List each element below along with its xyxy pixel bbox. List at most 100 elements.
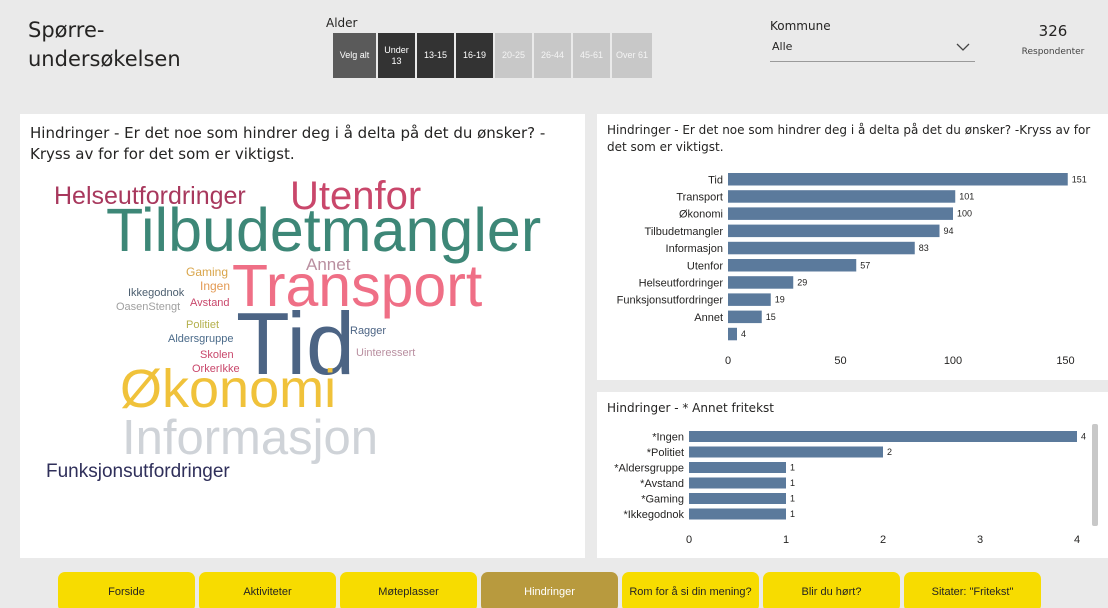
- bar[interactable]: [689, 462, 786, 473]
- x-tick-label: 50: [834, 355, 846, 367]
- age-option-velg-alt[interactable]: Velg alt: [333, 33, 376, 78]
- data-label: 101: [959, 191, 974, 201]
- data-label: 4: [741, 329, 746, 339]
- wordcloud-word[interactable]: Informasjon: [122, 414, 378, 463]
- respondent-count: 326: [1038, 22, 1068, 40]
- category-label: *Politiet: [647, 447, 684, 459]
- bar[interactable]: [689, 493, 786, 504]
- data-label: 1: [790, 494, 795, 504]
- data-label: 57: [860, 260, 870, 270]
- page-navigation: Forside Aktiviteter Møteplasser Hindringer R…: [58, 572, 1041, 608]
- x-tick-label: 1: [783, 534, 789, 546]
- bar[interactable]: [728, 224, 940, 238]
- data-label: 1: [790, 509, 795, 519]
- barchart-panel-annet-fritekst: Hindringer - * Annet fritekst *Ingen 4 *Po…: [597, 392, 1108, 558]
- nav-tab-2[interactable]: Aktiviteter: [199, 572, 336, 608]
- page-title: Spørre-undersøkelsen: [28, 18, 181, 71]
- bar[interactable]: [728, 173, 1068, 186]
- age-option-20-25[interactable]: 20-25: [495, 33, 532, 78]
- x-tick-label: 4: [1074, 534, 1080, 546]
- age-option-over-61[interactable]: Over 61: [612, 33, 652, 78]
- bar[interactable]: [728, 293, 771, 306]
- bar[interactable]: [728, 241, 915, 255]
- bar[interactable]: [689, 508, 786, 520]
- bar[interactable]: [689, 431, 1077, 442]
- data-label: 4: [1081, 432, 1086, 442]
- category-label: Utenfor: [687, 260, 723, 272]
- bar[interactable]: [728, 207, 953, 220]
- nav-tab-4[interactable]: Hindringer: [481, 572, 618, 608]
- x-tick-label: 100: [944, 355, 962, 367]
- kommune-selected-value: Alle: [772, 40, 793, 53]
- bar[interactable]: [689, 477, 786, 489]
- category-label: Funksjonsutfordringer: [617, 295, 724, 307]
- category-label: Transport: [676, 191, 723, 203]
- bar[interactable]: [728, 327, 737, 341]
- data-label: 2: [887, 447, 892, 457]
- barchart-annet-fritekst: *Ingen 4 *Politiet 2 *Aldersgruppe 1 *Avstand 1…: [614, 424, 1098, 546]
- wordcloud-panel: Hindringer - Er det noe som hindrer deg …: [20, 114, 585, 558]
- data-label: 100: [957, 209, 972, 219]
- data-label: 151: [1072, 174, 1087, 184]
- nav-tab-5[interactable]: Rom for å si din mening?: [622, 572, 759, 608]
- chevron-down-icon: [955, 41, 971, 56]
- data-label: 94: [944, 226, 954, 236]
- bar[interactable]: [689, 446, 883, 458]
- data-label: 19: [775, 295, 785, 305]
- data-label: 1: [790, 463, 795, 473]
- bar[interactable]: [728, 310, 762, 324]
- bar[interactable]: [728, 190, 956, 203]
- age-option-13-15[interactable]: 13-15: [417, 33, 454, 78]
- nav-tab-3[interactable]: Møteplasser: [340, 572, 477, 608]
- wordcloud-word[interactable]: Ikkegodnok: [128, 288, 184, 299]
- category-label: *Avstand: [640, 478, 684, 490]
- kommune-dropdown[interactable]: Alle: [770, 40, 975, 62]
- category-label: Tilbudetmangler: [645, 226, 724, 238]
- x-tick-label: 3: [977, 534, 983, 546]
- kommune-filter-label: Kommune: [770, 19, 831, 33]
- respondent-label: Respondenter: [1021, 47, 1085, 57]
- bar[interactable]: [728, 276, 794, 289]
- wordcloud-word[interactable]: OasenStengt: [116, 302, 180, 313]
- nav-tab-1[interactable]: Forside: [58, 572, 195, 608]
- scrollbar-thumb[interactable]: [1092, 424, 1098, 526]
- age-option-26-44[interactable]: 26-44: [534, 33, 571, 78]
- age-option-45-61[interactable]: 45-61: [573, 33, 610, 78]
- age-filter-label: Alder: [326, 16, 358, 30]
- nav-tab-6[interactable]: Blir du hørt?: [763, 572, 900, 608]
- x-tick-label: 150: [1056, 355, 1074, 367]
- data-label: 29: [797, 277, 807, 287]
- wordcloud-word[interactable]: Avstand: [190, 298, 230, 309]
- category-label: *Gaming: [641, 494, 684, 506]
- age-slicer: Velg alt Under 13 13-15 16-19 20-25 26-44 45-6…: [333, 33, 652, 78]
- category-label: Informasjon: [666, 243, 723, 255]
- category-label: Økonomi: [679, 209, 723, 221]
- nav-tab-7[interactable]: Sitater: "Fritekst": [904, 572, 1041, 608]
- age-option-under-13[interactable]: Under 13: [378, 33, 415, 78]
- category-label: Annet: [694, 312, 723, 324]
- barchart-panel-hindringer: Hindringer - Er det noe som hindrer deg …: [597, 114, 1108, 380]
- wordcloud-word[interactable]: Ingen: [200, 280, 230, 292]
- category-label: Tid: [708, 174, 723, 186]
- wordcloud-word[interactable]: Gaming: [186, 266, 228, 278]
- barchart-hindringer: Tid 151 Transport 101 Økonomi 100 Tilbudetmang…: [617, 173, 1087, 367]
- category-label: *Ikkegodnok: [623, 509, 684, 521]
- wordcloud-word[interactable]: Uinteressert: [356, 348, 415, 359]
- wordcloud-title: Hindringer - Er det noe som hindrer deg …: [30, 124, 546, 163]
- data-label: 1: [790, 478, 795, 488]
- wordcloud-word[interactable]: Aldersgruppe: [168, 334, 233, 345]
- age-option-16-19[interactable]: 16-19: [456, 33, 493, 78]
- category-label: *Aldersgruppe: [614, 463, 684, 475]
- category-label: Helseutfordringer: [639, 277, 724, 289]
- x-tick-label: 2: [880, 534, 886, 546]
- wordcloud-word[interactable]: Politiet: [186, 320, 219, 331]
- data-label: 15: [766, 312, 776, 322]
- wordcloud-word[interactable]: Tilbudetmangler: [106, 200, 541, 261]
- wordcloud-word[interactable]: Funksjonsutfordringer: [46, 462, 230, 481]
- wordcloud-word[interactable]: Ragger: [350, 326, 386, 337]
- x-tick-label: 0: [725, 355, 731, 367]
- bar[interactable]: [728, 259, 857, 272]
- data-label: 83: [919, 243, 929, 253]
- wordcloud-word[interactable]: Økonomi: [120, 362, 336, 416]
- x-tick-label: 0: [686, 534, 692, 546]
